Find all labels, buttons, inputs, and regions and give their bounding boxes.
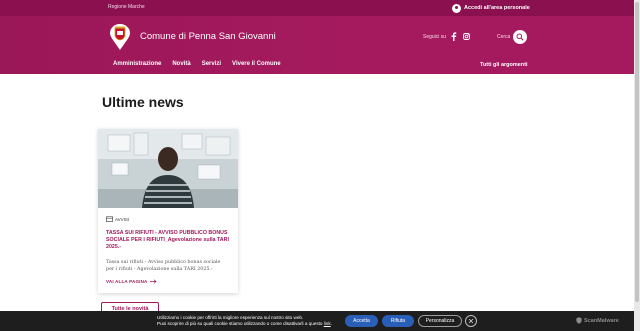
main-nav: Amministrazione Novità Servizi Vivere il… <box>113 61 292 67</box>
news-category-label: AVVISI <box>115 216 130 222</box>
search-icon <box>516 33 524 41</box>
nav-item-amministrazione[interactable]: Amministrazione <box>113 61 161 67</box>
page-scrollbar[interactable] <box>634 0 640 331</box>
scanmalware-label: ScanMalware <box>584 317 619 324</box>
news-card: AVVISI TASSA SUI RIFIUTI - AVVISO PUBBLI… <box>98 129 238 293</box>
login-label: Accedi all'area personale <box>464 5 530 11</box>
calendar-icon <box>106 216 113 222</box>
user-icon <box>452 3 461 13</box>
cookie-text: Utilizziamo i cookie per offrirti la mig… <box>157 315 332 327</box>
read-more-link[interactable]: VAI ALLA PAGINA <box>106 279 157 284</box>
page-heading: Ultime news <box>102 94 184 110</box>
login-link[interactable]: Accedi all'area personale <box>452 3 530 13</box>
close-icon <box>468 318 474 324</box>
top-bar: Regione Marche Accedi all'area personale <box>0 0 634 16</box>
customize-button[interactable]: Personalizza <box>418 315 462 327</box>
read-more-label: VAI ALLA PAGINA <box>106 279 148 284</box>
facebook-icon[interactable] <box>450 32 457 41</box>
follow-label: Seguici su <box>423 34 447 40</box>
nav-item-novita[interactable]: Novità <box>172 61 190 67</box>
cookie-banner: Utilizziamo i cookie per offrirti la mig… <box>0 311 634 331</box>
reject-button[interactable]: Rifiuta <box>382 315 414 327</box>
accept-button[interactable]: Accetta <box>345 315 378 327</box>
news-category: AVVISI <box>106 216 129 222</box>
search-button[interactable] <box>513 30 527 44</box>
municipality-logo[interactable] <box>110 24 130 50</box>
region-link[interactable]: Regione Marche <box>108 4 145 10</box>
scanmalware-badge: ScanMalware <box>576 317 619 324</box>
instagram-icon[interactable] <box>463 33 470 40</box>
close-cookie-button[interactable] <box>465 315 477 327</box>
shield-icon <box>576 317 582 324</box>
nav-item-vivere-il-comune[interactable]: Vivere il Comune <box>232 61 281 67</box>
news-description: Tassa sui rifiuti - Avviso pubblico bonu… <box>106 260 221 272</box>
site-title[interactable]: Comune di Penna San Giovanni <box>140 31 276 42</box>
news-card-image[interactable] <box>98 129 238 208</box>
news-title-link[interactable]: TASSA SUI RIFIUTI - AVVISO PUBBLICO BONU… <box>106 230 232 251</box>
search-label: Cerca <box>497 34 511 40</box>
all-topics-link[interactable]: Tutti gli argomenti <box>480 62 528 68</box>
cookie-text-line2: Puoi scoprire di più su quali cookie sti… <box>157 321 332 326</box>
cookie-text-line2-prefix: Puoi scoprire di più su quali cookie sti… <box>157 321 324 326</box>
scrollbar-thumb[interactable] <box>635 2 639 302</box>
arrow-right-icon <box>149 279 157 284</box>
cookie-policy-link[interactable]: link <box>324 321 331 326</box>
site-header: Comune di Penna San Giovanni Seguici su … <box>0 16 634 74</box>
nav-item-servizi[interactable]: Servizi <box>202 61 221 67</box>
